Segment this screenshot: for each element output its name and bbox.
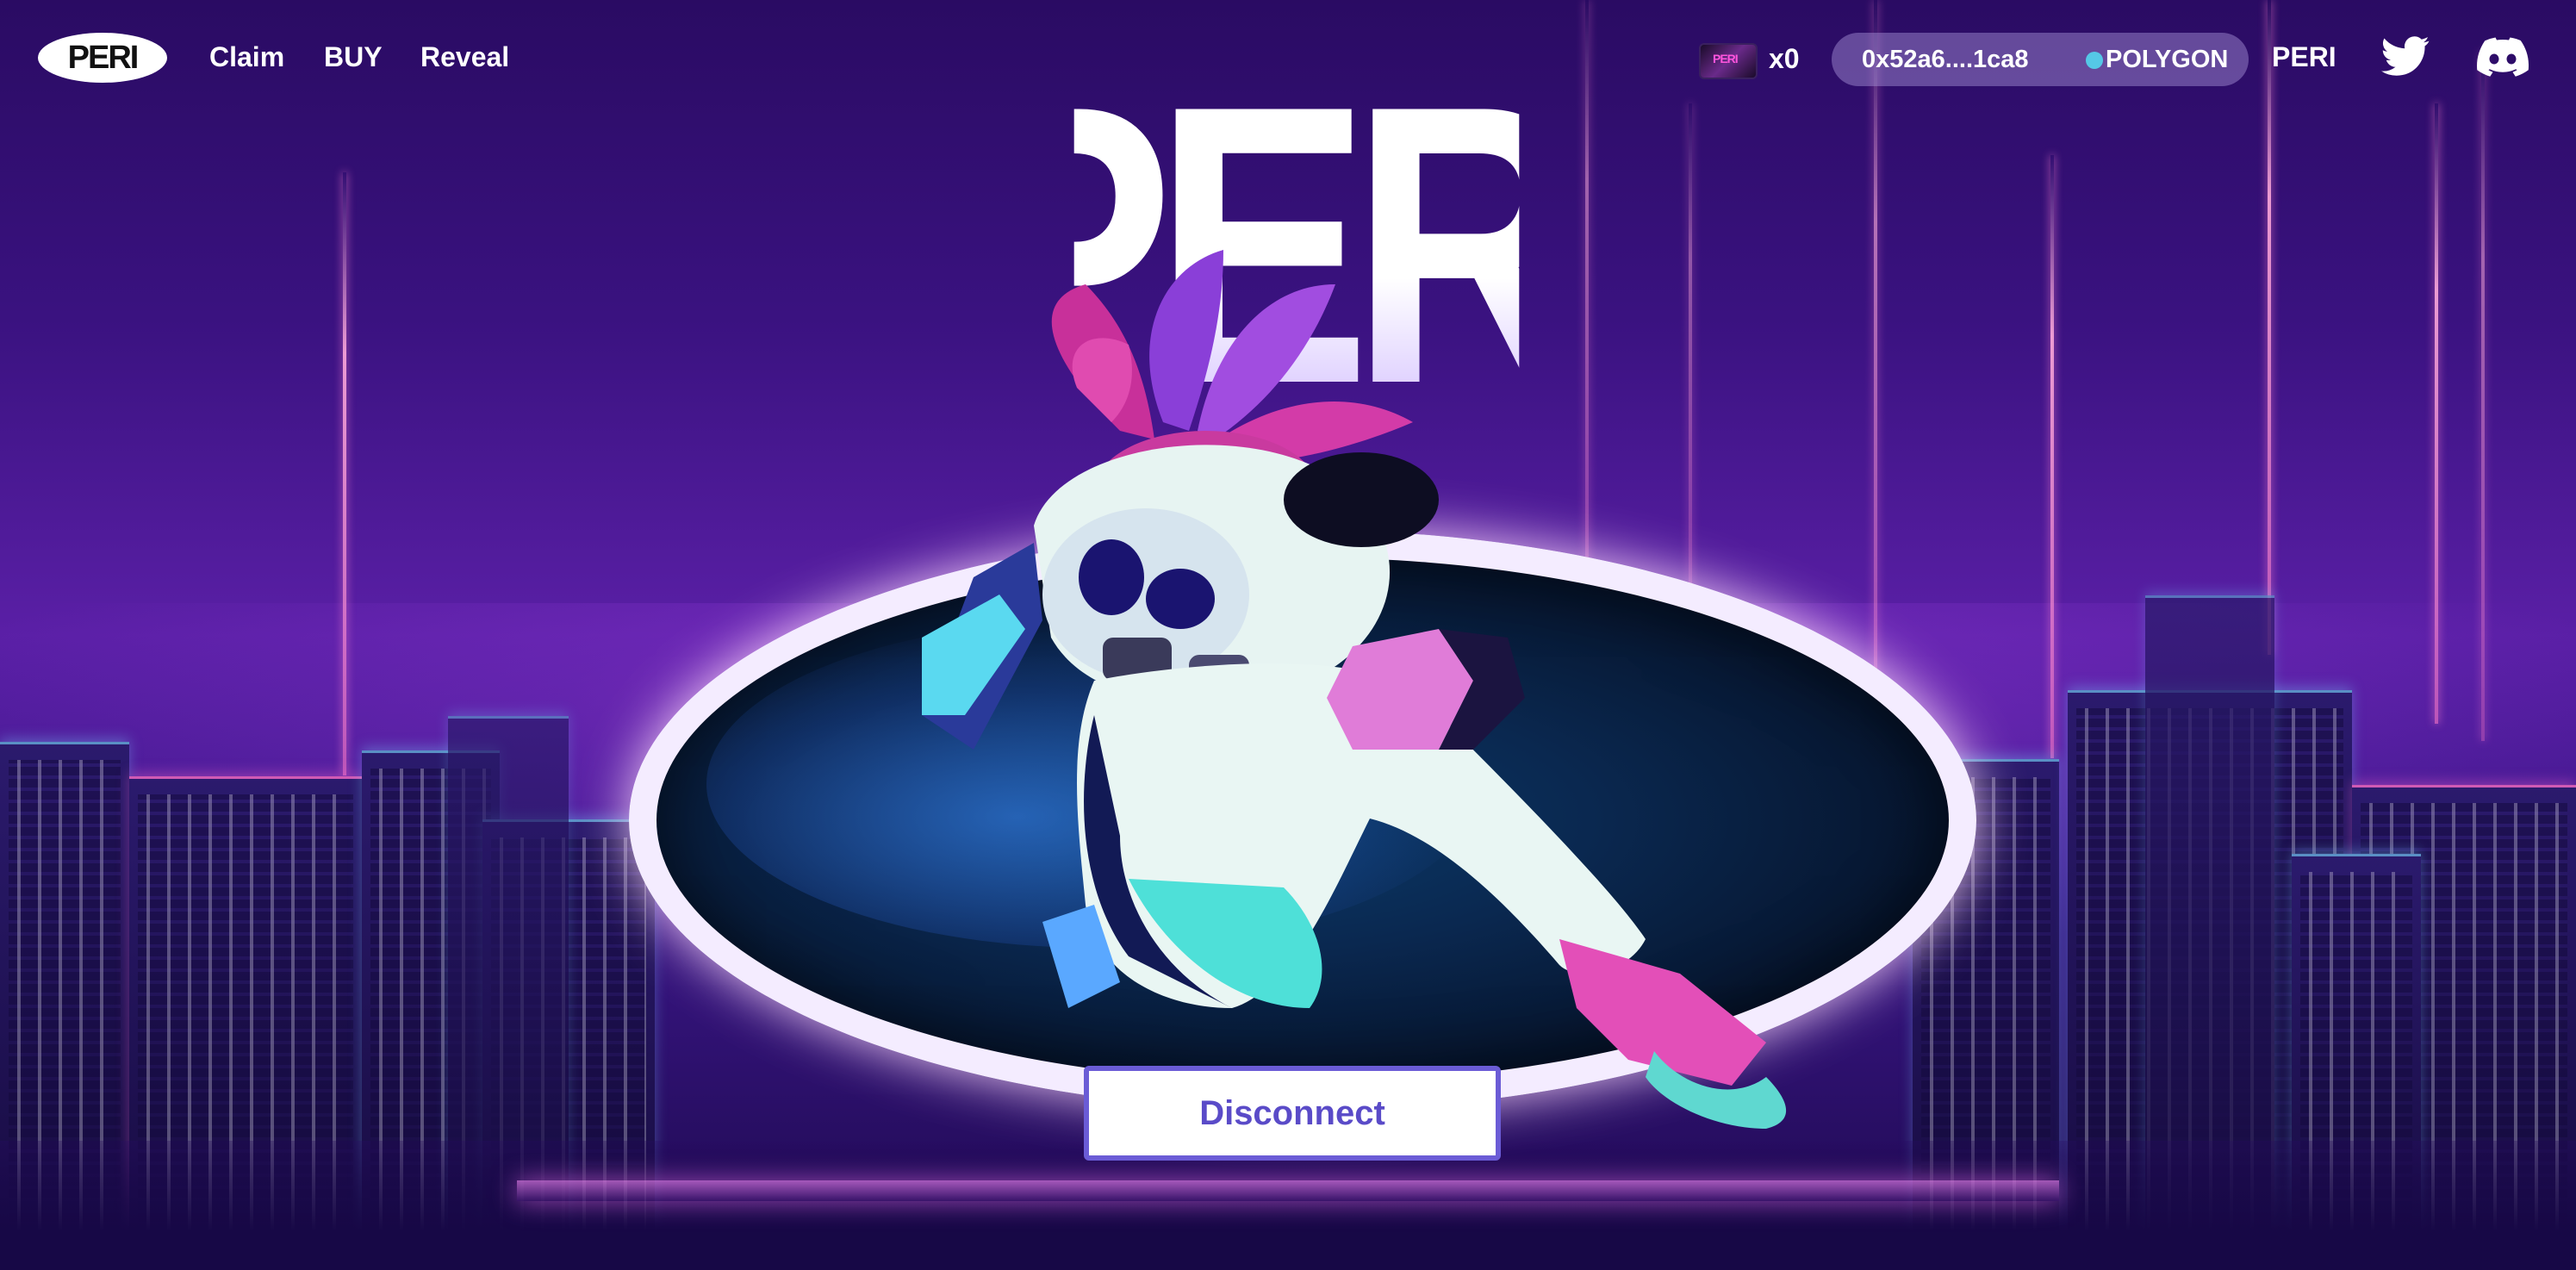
neon-beam [2050,155,2054,758]
nft-thumbnail: PERI [1699,43,1758,79]
wallet-address: 0x52a6....1ca8 [1862,45,2029,73]
floor-neon-strip [517,1180,2059,1201]
peri-logo[interactable]: PERI [38,33,167,83]
disconnect-button[interactable]: Disconnect [1084,1066,1501,1161]
neon-beam [2481,52,2485,741]
network-status-dot [2086,52,2103,69]
wallet-pill[interactable]: 0x52a6....1ca8 POLYGON [1832,33,2249,86]
nft-count: x0 [1769,43,1800,74]
peri-token-link[interactable]: PERI [2272,41,2336,73]
network-name: POLYGON [2106,45,2229,73]
nft-thumbnail-text: PERI [1713,52,1739,65]
twitter-icon[interactable] [2380,31,2431,83]
discord-icon[interactable] [2477,31,2529,83]
neon-beam [343,172,346,775]
character-illustration [922,250,1787,1129]
nav-claim-link[interactable]: Claim [209,41,284,73]
nav-buy-link[interactable]: BUY [324,41,383,73]
top-navbar: PERI Claim BUY Reveal PERI x0 0x52a6....… [0,0,2576,121]
nav-reveal-link[interactable]: Reveal [420,41,509,73]
neon-beam [2435,103,2438,724]
